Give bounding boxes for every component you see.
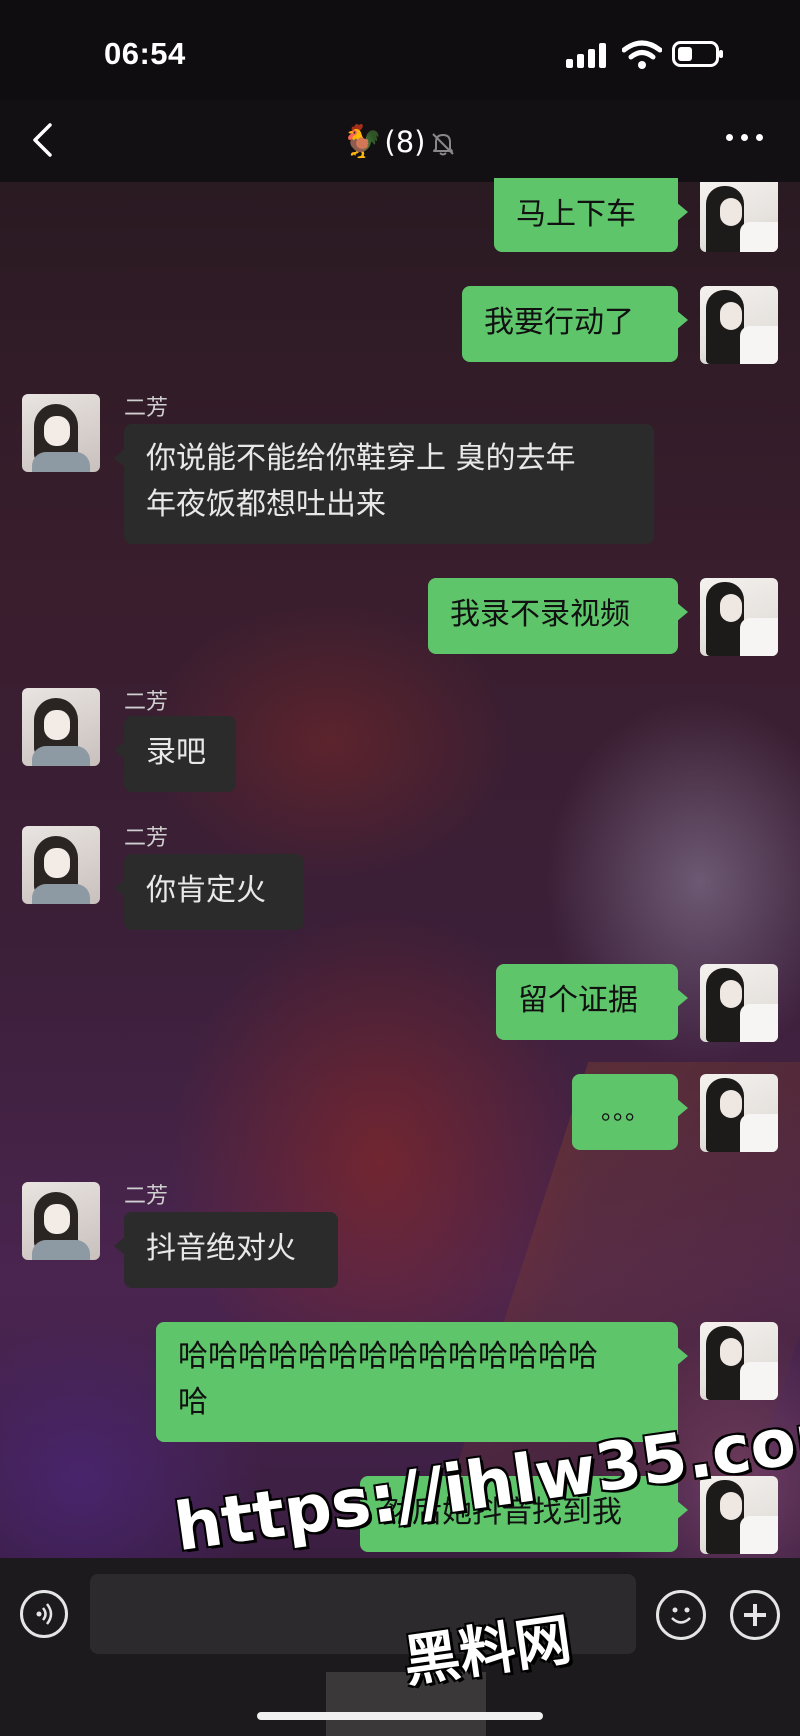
message-bubble[interactable]: 抖音绝对火 bbox=[114, 1212, 338, 1288]
voice-icon[interactable] bbox=[20, 1590, 68, 1638]
cellular-signal-icon bbox=[566, 42, 610, 68]
chat-title: 🐓(8) bbox=[0, 122, 800, 160]
message-line: 年夜饭都想吐出来 bbox=[146, 487, 386, 522]
message-line: 哈哈哈哈哈哈哈哈哈哈哈哈哈哈 bbox=[178, 1339, 598, 1374]
my-avatar[interactable] bbox=[700, 182, 778, 252]
message-bubble[interactable]: 录吧 bbox=[114, 716, 236, 792]
message-bubble[interactable]: 你说能不能给你鞋穿上 臭的去年 年夜饭都想吐出来 bbox=[114, 424, 654, 544]
message-bubble[interactable]: 你肯定火 bbox=[114, 854, 304, 930]
my-avatar[interactable] bbox=[700, 286, 778, 364]
sender-name: 二芳 bbox=[124, 396, 169, 421]
message-bubble[interactable]: 我要行动了 bbox=[462, 286, 688, 362]
sender-avatar[interactable] bbox=[22, 394, 100, 472]
my-avatar[interactable] bbox=[700, 578, 778, 656]
my-avatar[interactable] bbox=[700, 1322, 778, 1400]
plus-icon[interactable] bbox=[730, 1590, 780, 1640]
home-indicator[interactable] bbox=[257, 1712, 543, 1720]
my-avatar[interactable] bbox=[700, 964, 778, 1042]
message-line: 哈 bbox=[178, 1385, 208, 1420]
emoji-icon[interactable] bbox=[656, 1590, 706, 1640]
member-count: (8) bbox=[384, 125, 426, 159]
title-rooster-emoji: 🐓 bbox=[342, 122, 383, 160]
sender-avatar[interactable] bbox=[22, 688, 100, 766]
more-dots-icon[interactable] bbox=[726, 134, 766, 144]
battery-icon bbox=[672, 41, 723, 67]
message-bubble[interactable]: 。。。 bbox=[572, 1074, 688, 1150]
sender-avatar[interactable] bbox=[22, 1182, 100, 1260]
status-time: 06:54 bbox=[104, 36, 186, 71]
sender-name: 二芳 bbox=[124, 1184, 169, 1209]
message-bubble[interactable]: 留个证据 bbox=[496, 964, 688, 1040]
message-line: 你说能不能给你鞋穿上 臭的去年 bbox=[146, 441, 576, 476]
message-bubble[interactable]: 我录不录视频 bbox=[428, 578, 688, 654]
bell-muted-icon bbox=[432, 133, 455, 156]
message-bubble[interactable]: 马上下车 bbox=[494, 178, 688, 252]
wifi-icon bbox=[622, 40, 662, 69]
message-bubble[interactable]: 哈哈哈哈哈哈哈哈哈哈哈哈哈哈 哈 bbox=[156, 1322, 688, 1442]
sender-name: 二芳 bbox=[124, 826, 169, 851]
sender-avatar[interactable] bbox=[22, 826, 100, 904]
sender-name: 二芳 bbox=[124, 690, 169, 715]
my-avatar[interactable] bbox=[700, 1074, 778, 1152]
